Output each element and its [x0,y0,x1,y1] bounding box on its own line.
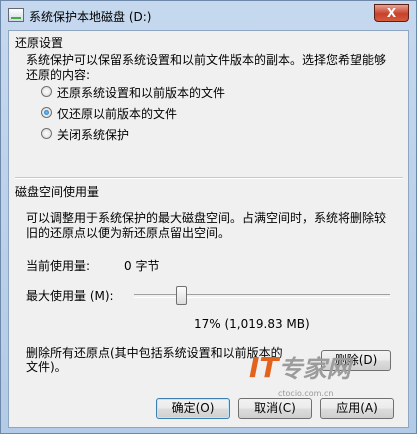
window-title: 系统保护本地磁盘 (D:) [29,10,152,24]
max-usage-readout: 17% (1,019.83 MB) [194,317,310,331]
radio-restore-system-and-files[interactable] [41,86,52,97]
radio-restore-files-only[interactable] [41,107,52,118]
disk-section-title: 磁盘空间使用量 [15,185,100,199]
close-button[interactable]: X [374,4,409,22]
current-usage-value: 0 字节 [124,259,160,273]
restore-option-label: 仅还原以前版本的文件 [57,107,178,121]
ok-button[interactable]: 确定(O) [156,398,230,419]
restore-option-label: 关闭系统保护 [57,128,130,142]
current-usage-label: 当前使用量: [26,259,91,273]
watermark-url: ctocio.com.cn [278,389,334,398]
max-usage-slider-thumb[interactable] [176,286,187,305]
system-protection-icon [8,8,24,22]
radio-turn-off-protection[interactable] [41,128,52,139]
apply-button[interactable]: 应用(A) [320,398,394,419]
restore-section-title: 还原设置 [15,36,64,50]
cancel-button[interactable]: 取消(C) [238,398,312,419]
watermark-brand-cn: 专家网 [278,355,351,383]
section-divider [15,177,403,179]
title-bar[interactable]: 系统保护本地磁盘 (D:) X [1,1,416,30]
max-usage-label: 最大使用量 (M): [26,289,114,303]
itexpert-watermark-logo: IT专家网 [249,349,351,384]
watermark-brand-it: IT [249,351,279,384]
dialog-window: 系统保护本地磁盘 (D:) X 还原设置 系统保护可以保留系统设置和以前文件版本… [0,0,417,434]
max-usage-slider-track[interactable] [134,294,390,298]
restore-description-line2: 还原的内容: [26,68,91,82]
delete-description-line2: 文件)。 [26,360,67,374]
disk-description-line2: 旧的还原点以便为新还原点留出空间。 [26,226,231,240]
restore-option-label: 还原系统设置和以前版本的文件 [57,86,226,100]
